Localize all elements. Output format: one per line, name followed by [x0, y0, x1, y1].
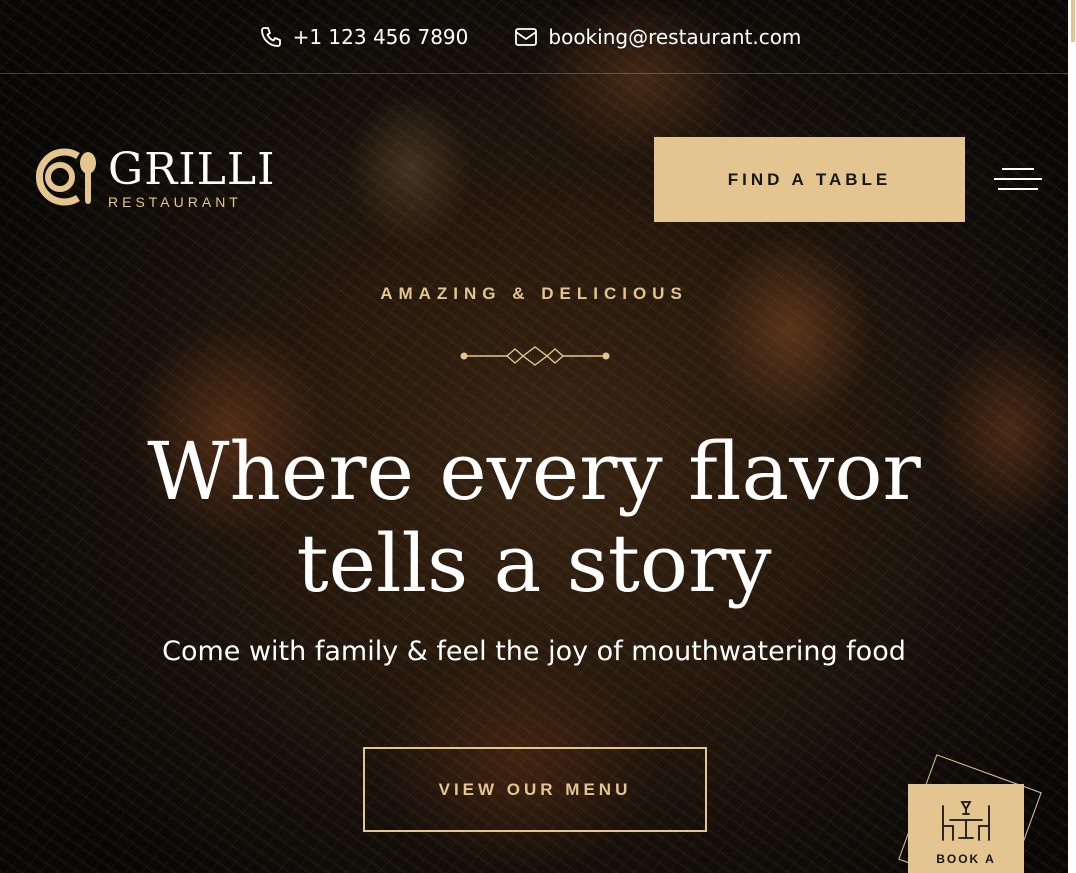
diamond-separator-icon — [459, 346, 611, 370]
logo-tagline: RESTAURANT — [108, 194, 242, 210]
plate-spoon-icon — [34, 146, 100, 212]
badge-box: BOOK A — [908, 784, 1024, 873]
mail-icon — [514, 27, 538, 47]
hamburger-icon[interactable] — [994, 166, 1042, 192]
hero-title: Where every flavor tells a story — [0, 426, 1068, 610]
hero-eyebrow: AMAZING & DELICIOUS — [380, 284, 688, 303]
phone-icon — [259, 25, 283, 49]
find-a-table-button[interactable]: FIND A TABLE — [654, 137, 965, 222]
email-link[interactable]: booking@restaurant.com — [514, 25, 801, 49]
view-our-menu-button[interactable]: VIEW OUR MENU — [363, 747, 707, 832]
topbar: +1 123 456 7890 booking@restaurant.com — [0, 0, 1068, 74]
phone-link[interactable]: +1 123 456 7890 — [259, 24, 469, 49]
book-a-table-badge[interactable]: BOOK A — [898, 754, 1042, 873]
hero-title-line-2: tells a story — [296, 517, 772, 610]
scrollbar-thumb[interactable] — [1071, 0, 1075, 42]
dining-table-icon — [939, 798, 993, 848]
badge-label: BOOK A — [936, 852, 996, 866]
hero-subtitle: Come with family & feel the joy of mouth… — [162, 636, 906, 667]
logo-name: GRILLI — [108, 144, 276, 195]
site-logo[interactable]: GRILLI RESTAURANT — [34, 146, 275, 212]
email-address: booking@restaurant.com — [548, 24, 802, 49]
page-scrollbar[interactable] — [1068, 0, 1076, 873]
phone-number: +1 123 456 7890 — [292, 24, 469, 49]
hero-title-line-1: Where every flavor — [147, 425, 921, 518]
